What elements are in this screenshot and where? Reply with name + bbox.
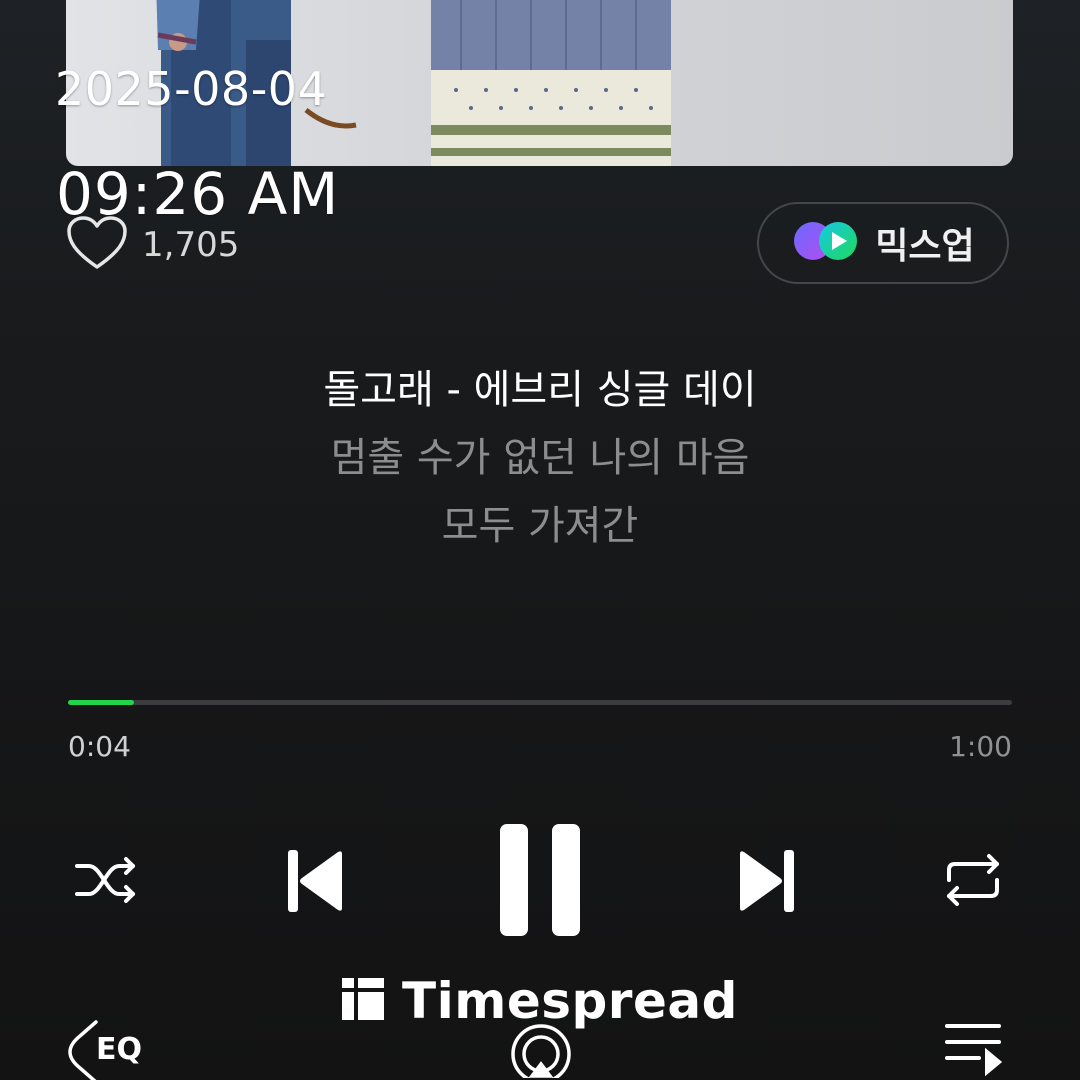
eq-label: EQ <box>96 1032 142 1067</box>
lyrics-panel[interactable]: 돌고래 - 에브리 싱글 데이 멈출 수가 없던 나의 마음 모두 가져간 <box>0 356 1080 560</box>
progress-fill <box>68 700 135 705</box>
shuffle-icon <box>71 854 141 910</box>
lyric-line: 모두 가져간 <box>441 503 639 549</box>
repeat-icon <box>941 850 1005 914</box>
next-button[interactable] <box>734 848 800 918</box>
player-screen: 2025-08-04 09:26 AM 1,705 믹스업 돌고래 - 에브리 … <box>0 0 1080 1080</box>
progress-bar[interactable] <box>68 700 1012 705</box>
heart-outline-icon <box>66 215 128 275</box>
mixup-label: 믹스업 <box>875 226 975 267</box>
skip-previous-icon <box>284 848 346 918</box>
skip-next-icon <box>736 848 798 918</box>
time-total: 1:00 <box>949 730 1012 763</box>
watermark-text: Timespread <box>402 972 738 1030</box>
eq-button[interactable]: EQ <box>66 1018 156 1080</box>
shuffle-button[interactable] <box>66 850 146 914</box>
time-current: 0:04 <box>68 730 131 763</box>
like-count: 1,705 <box>142 225 240 265</box>
pause-button[interactable] <box>494 824 586 940</box>
repeat-button[interactable] <box>938 850 1008 914</box>
watermark: Timespread <box>340 972 738 1030</box>
lyric-line: 멈출 수가 없던 나의 마음 <box>330 435 750 481</box>
pause-icon <box>496 822 584 942</box>
overlay-date: 2025-08-04 <box>55 62 328 116</box>
mixup-button[interactable]: 믹스업 <box>757 202 1009 284</box>
timespread-logo-icon <box>340 976 386 1026</box>
lyric-current-line: 돌고래 - 에브리 싱글 데이 <box>323 367 757 413</box>
previous-button[interactable] <box>280 848 350 918</box>
mixup-play-icon <box>791 219 861 267</box>
playlist-icon <box>943 1020 1003 1080</box>
like-button[interactable]: 1,705 <box>66 215 239 275</box>
playlist-button[interactable] <box>942 1022 1004 1080</box>
